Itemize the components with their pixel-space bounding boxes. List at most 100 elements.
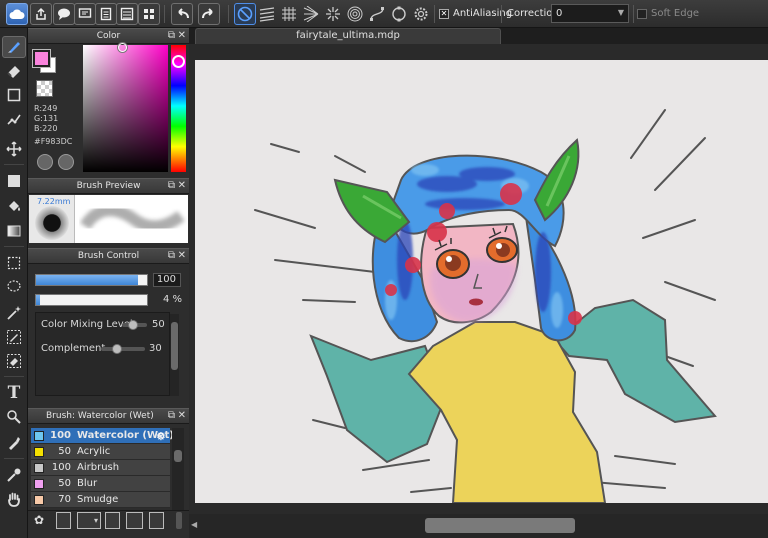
close-icon[interactable]: ✕ [178, 30, 186, 42]
brush-opacity-slider[interactable] [35, 294, 148, 306]
grid-snap-icon[interactable] [278, 3, 300, 25]
brush-params-scrollbar[interactable] [170, 314, 179, 396]
brush-size-fill [36, 275, 139, 285]
canvas-horizontal-scrollbar[interactable]: ◀ [189, 514, 768, 538]
drawing-canvas[interactable] [195, 60, 768, 503]
snap-off-icon[interactable] [234, 3, 256, 25]
brush-color-swatch [34, 463, 44, 473]
horizontal-scroll-thumb[interactable] [425, 518, 575, 533]
undo-icon[interactable] [171, 3, 193, 25]
circle-snap-icon[interactable] [388, 3, 410, 25]
curve-snap-icon[interactable] [366, 3, 388, 25]
select-eraser-tool-icon[interactable] [2, 350, 26, 372]
select-pen-tool-icon[interactable] [2, 326, 26, 348]
color-mixing-knob[interactable] [128, 320, 138, 330]
undock-icon[interactable]: ⧉ [168, 250, 175, 262]
brush-size: 100 [51, 462, 71, 473]
pen-line-tool-icon[interactable] [2, 108, 26, 130]
close-icon[interactable]: ✕ [178, 410, 186, 422]
brush-opacity-fill [36, 295, 41, 305]
rgb-g-value: G:131 [34, 114, 59, 123]
brush-size-label: 7.22mm [37, 197, 71, 206]
brush-menu-dropdown-icon[interactable]: ▾ [77, 512, 101, 529]
antialiasing-checkbox[interactable]: ✕ [439, 9, 449, 19]
brush-preview-title: Brush Preview [76, 181, 141, 191]
radial-snap-icon[interactable] [300, 3, 322, 25]
brush-tip-dot [35, 206, 69, 240]
brush-tool-icon[interactable] [2, 36, 26, 58]
brush-size-slider[interactable] [35, 274, 148, 286]
eraser-tool-icon[interactable] [2, 60, 26, 82]
document-tab-title: fairytale_ultima.mdp [296, 30, 400, 41]
brush-color-swatch [34, 447, 44, 457]
rectangle-tool-icon[interactable] [2, 84, 26, 106]
move-tool-icon[interactable] [2, 138, 26, 160]
hand-tool-icon[interactable] [2, 488, 26, 510]
brush-list-scroll-thumb[interactable] [174, 450, 182, 462]
lasso-tool-icon[interactable] [2, 276, 26, 298]
new-brush-icon[interactable] [56, 512, 71, 529]
operation-tool-icon[interactable] [2, 406, 26, 428]
select-rectangle-tool-icon[interactable] [2, 252, 26, 274]
hue-slider-handle[interactable] [172, 55, 185, 68]
brush-list-item[interactable]: 100 Airbrush [31, 460, 170, 476]
brush-list-item[interactable]: 50 Acrylic [31, 444, 170, 460]
soft-edge-checkbox[interactable] [637, 9, 647, 19]
parallel-snap-icon[interactable] [256, 3, 278, 25]
complement-knob[interactable] [112, 344, 122, 354]
brush-stroke-preview [79, 204, 185, 233]
text-tool-icon[interactable]: T [2, 382, 26, 404]
fill-rectangle-tool-icon[interactable] [2, 170, 26, 192]
document-icon[interactable] [95, 3, 117, 25]
undock-icon[interactable]: ⧉ [168, 180, 175, 192]
share-icon[interactable] [30, 3, 52, 25]
brush-name: Acrylic [77, 446, 111, 457]
brush-folder-icon[interactable] [126, 512, 143, 529]
list-icon[interactable] [116, 3, 138, 25]
soft-edge-label: Soft Edge [651, 8, 700, 19]
dropper-tool-icon[interactable] [2, 432, 26, 454]
brush-params-scroll-thumb[interactable] [171, 322, 178, 370]
magic-wand-tool-icon[interactable] [2, 302, 26, 324]
document-tab[interactable]: fairytale_ultima.mdp [195, 28, 501, 44]
footer-scroll-handle[interactable] [176, 512, 182, 529]
bucket-tool-icon[interactable] [2, 196, 26, 218]
foreground-color-swatch[interactable] [32, 49, 51, 68]
cloud-icon[interactable] [6, 3, 28, 25]
close-icon[interactable]: ✕ [178, 180, 186, 192]
brush-list-item[interactable]: 70 Smudge [31, 492, 170, 508]
eyedropper-tool-icon[interactable] [2, 464, 26, 486]
close-icon[interactable]: ✕ [178, 250, 186, 262]
comment-icon[interactable] [53, 3, 75, 25]
burst-snap-icon[interactable] [322, 3, 344, 25]
brush-settings-gear-icon[interactable]: ⚙ [156, 430, 166, 443]
gradient-tool-icon[interactable] [2, 220, 26, 242]
transparent-color-swatch[interactable] [36, 80, 53, 97]
layers-grid-icon[interactable] [138, 3, 160, 25]
brush-size-value[interactable]: 100 [153, 273, 181, 287]
undock-icon[interactable]: ⧉ [168, 30, 175, 42]
brush-list-item[interactable]: 50 Blur [31, 476, 170, 492]
saturation-value-picker[interactable] [83, 45, 168, 172]
color-mixing-label: Color Mixing Level [41, 319, 133, 330]
concentric-snap-icon[interactable] [344, 3, 366, 25]
snap-settings-gear-icon[interactable] [410, 3, 432, 25]
brush-list-item[interactable]: 100 Watercolor (Wet) [31, 428, 174, 444]
complement-track[interactable] [101, 347, 145, 351]
scroll-left-icon[interactable]: ◀ [191, 520, 197, 529]
duplicate-brush-icon[interactable] [149, 512, 164, 529]
color-mixer-icon[interactable] [58, 154, 74, 170]
main-toolbar: ✕ AntiAliasing Correction 0 ▼ Soft Edge [0, 0, 768, 28]
message-icon[interactable] [74, 3, 96, 25]
copy-brush-icon[interactable] [105, 512, 120, 529]
correction-select[interactable]: 0 ▼ [551, 4, 629, 23]
color-panel-header: Color ⧉ ✕ [28, 28, 189, 44]
redo-icon[interactable] [198, 3, 220, 25]
add-brush-icon[interactable]: ✿ [34, 513, 50, 529]
brush-name: Airbrush [77, 462, 120, 473]
undock-icon[interactable]: ⧉ [168, 410, 175, 422]
chevron-down-icon: ▼ [617, 8, 624, 17]
palette-icon[interactable] [37, 154, 53, 170]
sv-picker-handle[interactable] [118, 43, 127, 52]
brush-list-scrollbar[interactable] [172, 428, 184, 510]
